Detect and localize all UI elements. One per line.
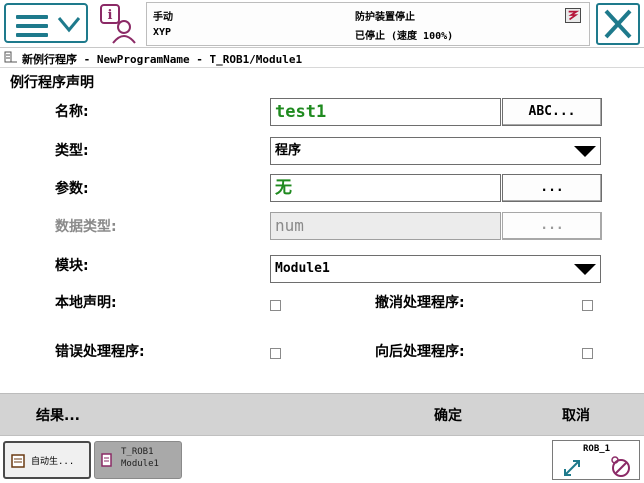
undo-checkbox[interactable]: [582, 300, 593, 311]
result-button[interactable]: 结果...: [36, 405, 80, 425]
datatype-label: 数据类型:: [55, 219, 117, 235]
name-edit-button[interactable]: ABC...: [502, 98, 602, 126]
robot-jog-icon: [564, 456, 630, 477]
backward-label: 向后处理程序:: [375, 344, 465, 360]
close-icon: [604, 9, 632, 39]
status-panel[interactable]: 手动 XYP 防护装置停止 已停止 (速度 100%): [146, 2, 590, 46]
main-menu-button[interactable]: [4, 3, 88, 43]
module-label: 模块:: [55, 258, 89, 274]
program-task-label: T_ROB1 Module1: [121, 446, 159, 470]
taskbar-item-program[interactable]: T_ROB1 Module1: [94, 441, 182, 479]
operator-info-icon[interactable]: i: [96, 3, 140, 45]
name-field[interactable]: test1: [270, 98, 501, 126]
auto-task-icon: [11, 454, 25, 468]
datatype-field: num: [270, 212, 501, 240]
type-select-value: 程序: [275, 143, 302, 158]
program-icon: [4, 51, 17, 63]
auto-task-label: 自动生...: [31, 457, 75, 467]
controller-state: 已停止 (速度 100%): [355, 31, 454, 42]
module-select-value: Module1: [275, 261, 330, 276]
module-select[interactable]: Module1: [270, 255, 601, 283]
status-bar: i 手动 XYP 防护装置停止 已停止 (速度 100%): [0, 0, 644, 48]
chevron-down-icon: [57, 17, 81, 33]
cancel-button[interactable]: 取消: [562, 405, 590, 425]
alarm-icon: [565, 8, 581, 23]
error-checkbox[interactable]: [270, 348, 281, 359]
backward-checkbox[interactable]: [582, 348, 593, 359]
breadcrumb-text: 新例行程序 - NewProgramName - T_ROB1/Module1: [22, 53, 303, 66]
dropdown-arrow-icon: [574, 146, 596, 157]
svg-text:i: i: [108, 8, 113, 23]
user-name: XYP: [153, 27, 172, 38]
local-label: 本地声明:: [55, 295, 117, 311]
taskbar: 自动生... T_ROB1 Module1 ROB_1: [0, 435, 644, 483]
taskbar-item-auto[interactable]: 自动生...: [3, 441, 91, 479]
type-label: 类型:: [55, 143, 89, 159]
breadcrumb: 新例行程序 - NewProgramName - T_ROB1/Module1: [0, 48, 644, 68]
error-label: 错误处理程序:: [55, 344, 145, 360]
close-button[interactable]: [596, 3, 640, 45]
operating-mode: 手动: [153, 12, 173, 23]
program-task-icon: [101, 453, 112, 467]
undo-label: 撤消处理程序:: [375, 295, 465, 311]
safety-status: 防护装置停止: [355, 12, 415, 23]
datatype-edit-button: ...: [502, 212, 602, 240]
local-checkbox[interactable]: [270, 300, 281, 311]
type-select[interactable]: 程序: [270, 137, 601, 165]
params-field[interactable]: 无: [270, 174, 501, 202]
dropdown-arrow-icon: [574, 264, 596, 275]
menu-icon: [16, 15, 48, 37]
section-title: 例行程序声明: [10, 75, 94, 91]
params-edit-button[interactable]: ...: [502, 174, 602, 202]
name-label: 名称:: [55, 104, 89, 120]
quickset-robot-button[interactable]: ROB_1: [552, 440, 640, 480]
command-bar: 结果... 确定 取消: [0, 393, 644, 435]
program-task-line1: T_ROB1: [121, 447, 154, 457]
ok-button[interactable]: 确定: [434, 405, 462, 425]
program-task-line2: Module1: [121, 459, 159, 469]
params-label: 参数:: [55, 181, 89, 197]
